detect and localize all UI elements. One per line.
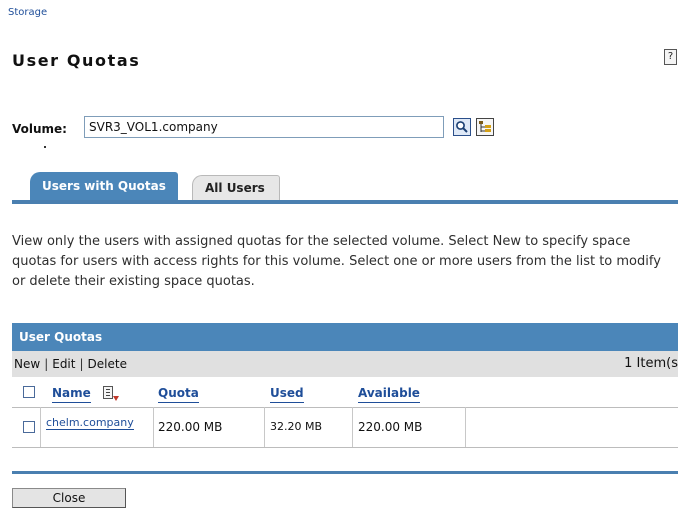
quota-value: 220.00 MB [158, 420, 223, 434]
table-row: chelm.company 220.00 MB 32.20 MB 220.00 … [12, 407, 678, 448]
item-count: 1 Item(s [624, 356, 678, 371]
column-header-quota[interactable]: Quota [158, 386, 199, 403]
sort-descending-icon[interactable] [103, 386, 119, 401]
table-title: User Quotas [19, 330, 103, 344]
help-icon[interactable]: ? [664, 49, 677, 65]
toolbar-separator: | [79, 357, 84, 371]
footer-divider [12, 471, 678, 474]
column-header-name[interactable]: Name [52, 386, 91, 403]
used-value: 32.20 MB [270, 420, 323, 433]
dot-divider [44, 146, 46, 148]
user-name-link[interactable]: chelm.company [46, 416, 134, 430]
row-checkbox[interactable] [23, 421, 35, 433]
close-button[interactable]: Close [12, 488, 126, 508]
magnifier-glyph [456, 121, 468, 133]
new-button[interactable]: New [14, 357, 40, 371]
search-icon[interactable] [453, 118, 471, 136]
tab-underline [12, 200, 678, 204]
volume-input[interactable] [84, 116, 444, 138]
tab-users-with-quotas[interactable]: Users with Quotas [30, 172, 178, 200]
description-text: View only the users with assigned quotas… [12, 234, 661, 289]
delete-button[interactable]: Delete [88, 357, 127, 371]
available-value: 220.00 MB [358, 420, 423, 434]
table-toolbar: New | Edit | Delete 1 Item(s [12, 351, 678, 377]
table-title-bar: User Quotas [12, 323, 678, 351]
tab-all-users[interactable]: All Users [192, 175, 280, 200]
tree-glyph [479, 121, 491, 132]
column-header-available[interactable]: Available [358, 386, 420, 403]
toolbar-separator: | [44, 357, 49, 371]
table-header-row: Name Quota Used Available [12, 377, 678, 408]
edit-button[interactable]: Edit [52, 357, 75, 371]
select-all-checkbox[interactable] [23, 386, 35, 398]
object-browser-icon[interactable] [476, 118, 494, 136]
volume-label: Volume: [12, 122, 67, 136]
breadcrumb-storage-link[interactable]: Storage [8, 7, 47, 18]
page-title: User Quotas [12, 51, 141, 70]
column-header-used[interactable]: Used [270, 386, 304, 403]
